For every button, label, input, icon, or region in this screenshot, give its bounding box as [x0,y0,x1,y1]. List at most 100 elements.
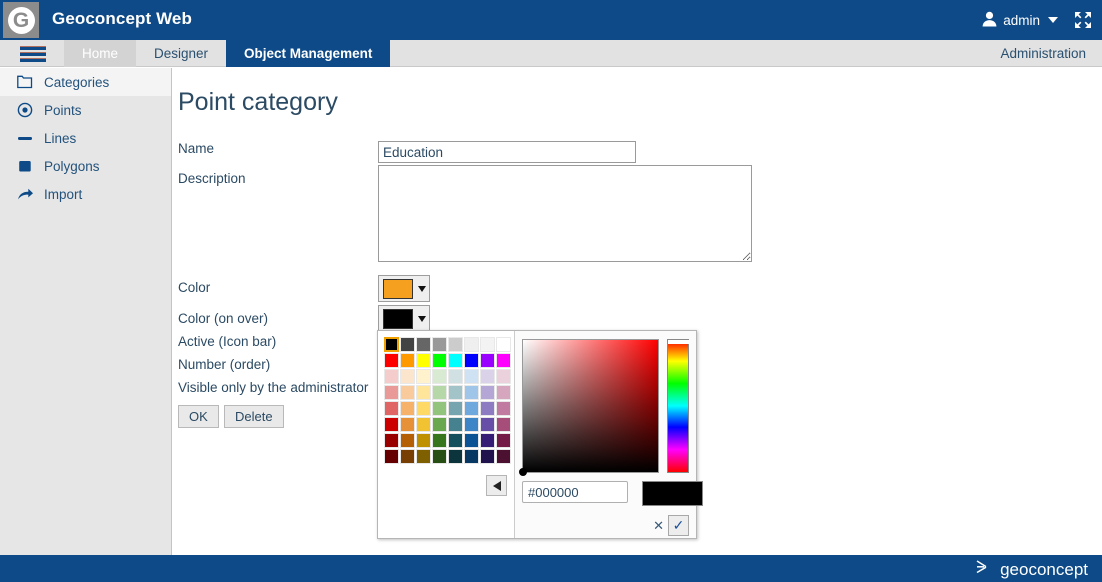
palette-swatch[interactable] [384,449,399,464]
hex-color-input[interactable] [522,481,628,503]
color-on-over-picker-button[interactable] [378,305,430,332]
palette-swatch[interactable] [400,337,415,352]
user-menu[interactable]: admin [982,0,1058,40]
palette-swatch[interactable] [448,433,463,448]
description-textarea[interactable] [378,165,752,262]
description-label: Description [178,171,246,186]
form-row-description: Description [178,165,1078,270]
palette-swatch[interactable] [480,353,495,368]
palette-swatch[interactable] [432,353,447,368]
palette-swatch[interactable] [480,401,495,416]
palette-swatch[interactable] [464,417,479,432]
hue-slider[interactable] [667,339,690,473]
delete-button[interactable]: Delete [224,405,284,428]
palette-swatch[interactable] [480,369,495,384]
tab-designer[interactable]: Designer [136,40,226,67]
palette-swatch[interactable] [464,337,479,352]
footer-bar: geoconcept [0,555,1102,582]
palette-swatch[interactable] [464,353,479,368]
palette-swatch[interactable] [480,449,495,464]
palette-swatch[interactable] [448,337,463,352]
palette-swatch[interactable] [400,385,415,400]
palette-swatch[interactable] [496,385,511,400]
expand-arrows-icon[interactable] [1072,9,1094,31]
palette-swatch[interactable] [416,337,431,352]
name-input[interactable] [378,141,636,163]
import-arrow-icon [16,185,34,203]
palette-swatch[interactable] [448,385,463,400]
palette-swatch[interactable] [496,401,511,416]
palette-swatch[interactable] [432,401,447,416]
color-picker-button[interactable] [378,275,430,302]
palette-swatch[interactable] [384,385,399,400]
user-icon [982,11,997,30]
saturation-value-area[interactable] [519,339,659,476]
palette-swatch[interactable] [496,449,511,464]
sidebar-item-polygons[interactable]: Polygons [0,152,171,180]
palette-swatch[interactable] [432,385,447,400]
hamburger-menu-icon[interactable] [20,46,46,62]
palette-swatch[interactable] [400,417,415,432]
palette-swatch[interactable] [448,369,463,384]
palette-swatch[interactable] [480,337,495,352]
palette-swatch[interactable] [496,353,511,368]
palette-swatch[interactable] [400,449,415,464]
palette-swatch[interactable] [464,369,479,384]
palette-swatch[interactable] [400,433,415,448]
color-swatch-grid [384,337,514,464]
palette-swatch[interactable] [432,449,447,464]
palette-swatch[interactable] [400,369,415,384]
application-window: G Geoconcept Web admin Home Designer Obj… [0,0,1102,582]
palette-swatch[interactable] [480,417,495,432]
palette-swatch[interactable] [432,433,447,448]
palette-swatch[interactable] [416,417,431,432]
palette-swatch[interactable] [496,369,511,384]
palette-swatch[interactable] [432,369,447,384]
tab-object-management[interactable]: Object Management [226,40,391,67]
palette-swatch[interactable] [464,449,479,464]
palette-swatch[interactable] [448,353,463,368]
palette-swatch[interactable] [496,337,511,352]
palette-swatch[interactable] [448,417,463,432]
close-x-icon[interactable]: ✕ [653,519,664,532]
palette-back-button[interactable] [486,475,507,496]
sidebar-label: Polygons [44,158,100,174]
palette-swatch[interactable] [432,417,447,432]
palette-swatch[interactable] [464,401,479,416]
palette-swatch[interactable] [416,401,431,416]
administration-link[interactable]: Administration [1000,40,1086,67]
palette-swatch[interactable] [400,353,415,368]
palette-swatch[interactable] [464,433,479,448]
palette-swatch[interactable] [416,385,431,400]
palette-swatch[interactable] [416,353,431,368]
palette-swatch[interactable] [464,385,479,400]
left-sidebar: Categories Points Lines Polygons Import [0,68,172,555]
checkmark-icon[interactable]: ✓ [668,515,689,536]
palette-swatch[interactable] [384,369,399,384]
hamburger-line [20,58,46,62]
sidebar-item-import[interactable]: Import [0,180,171,208]
palette-swatch[interactable] [480,433,495,448]
palette-swatch[interactable] [448,401,463,416]
sidebar-item-lines[interactable]: Lines [0,124,171,152]
ok-button[interactable]: OK [178,405,219,428]
palette-swatch[interactable] [496,417,511,432]
tab-home[interactable]: Home [64,40,137,67]
palette-swatch[interactable] [432,337,447,352]
palette-swatch[interactable] [400,401,415,416]
palette-swatch[interactable] [480,385,495,400]
palette-swatch[interactable] [384,417,399,432]
palette-swatch[interactable] [416,369,431,384]
page-title: Point category [178,88,338,116]
palette-swatch[interactable] [416,449,431,464]
sidebar-item-points[interactable]: Points [0,96,171,124]
triangle-left-icon [492,480,501,491]
palette-swatch[interactable] [496,433,511,448]
palette-swatch[interactable] [384,433,399,448]
palette-swatch[interactable] [416,433,431,448]
palette-swatch[interactable] [448,449,463,464]
palette-swatch[interactable] [384,401,399,416]
sidebar-item-categories[interactable]: Categories [0,68,171,96]
palette-swatch[interactable] [384,353,399,368]
palette-swatch[interactable] [384,337,399,352]
